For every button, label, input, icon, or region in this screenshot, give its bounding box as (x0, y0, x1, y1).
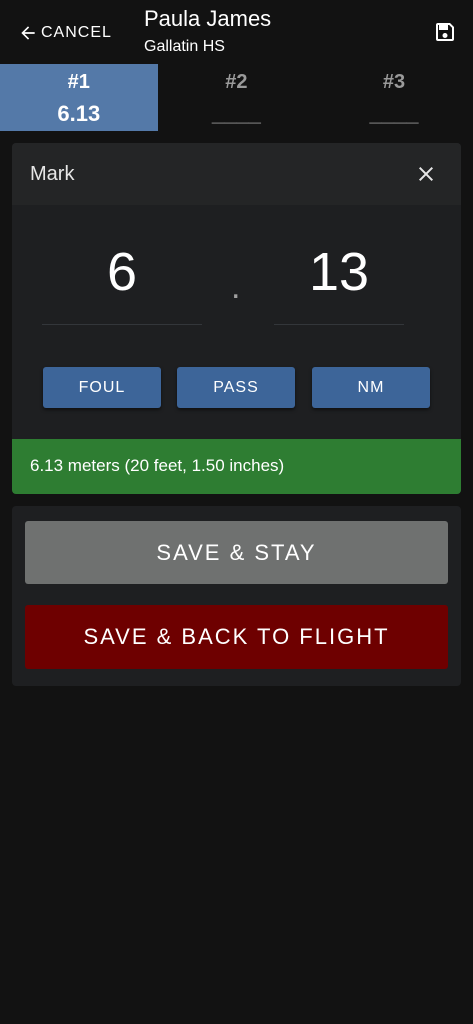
tab-attempt-1[interactable]: #1 6.13 (0, 64, 158, 131)
conversion-text: 6.13 meters (20 feet, 1.50 inches) (12, 439, 461, 494)
arrow-left-icon (21, 26, 35, 40)
attempt-number: #1 (67, 71, 90, 93)
nm-button[interactable]: NM (312, 367, 430, 408)
cancel-label: CANCEL (41, 24, 112, 41)
close-icon[interactable] (414, 162, 438, 186)
tab-attempt-2[interactable]: #2 ____ (158, 64, 316, 131)
decimal-separator: . (231, 268, 241, 306)
foul-button[interactable]: FOUL (43, 367, 161, 408)
athlete-school: Gallatin HS (144, 38, 225, 55)
pass-button[interactable]: PASS (177, 367, 295, 408)
actions-card: SAVE & STAY SAVE & BACK TO FLIGHT (12, 506, 461, 686)
attempt-value: ____ (369, 101, 419, 126)
mark-fraction-input[interactable]: 13 (274, 225, 404, 325)
mark-title: Mark (30, 163, 75, 185)
attempt-value: ____ (211, 101, 261, 126)
cancel-button[interactable]: CANCEL (18, 20, 112, 46)
athlete-name: Paula James (144, 6, 272, 31)
attempt-value: 6.13 (57, 101, 101, 126)
mark-whole-input[interactable]: 6 (42, 225, 202, 325)
attempt-tabs: #1 6.13 #2 ____ #3 ____ (0, 64, 473, 131)
attempt-number: #3 (382, 71, 406, 93)
top-app-bar: CANCEL Paula James Gallatin HS (0, 0, 473, 64)
attempt-number: #2 (225, 71, 248, 93)
tab-attempt-3[interactable]: #3 ____ (315, 64, 473, 131)
mark-card: Mark 6 . 13 FOUL PASS NM 6.13 meters (20… (12, 143, 461, 494)
save-and-stay-button[interactable]: SAVE & STAY (25, 521, 448, 584)
save-icon[interactable] (433, 20, 457, 44)
save-and-back-button[interactable]: SAVE & BACK TO FLIGHT (25, 605, 448, 669)
mark-header: Mark (12, 143, 461, 205)
